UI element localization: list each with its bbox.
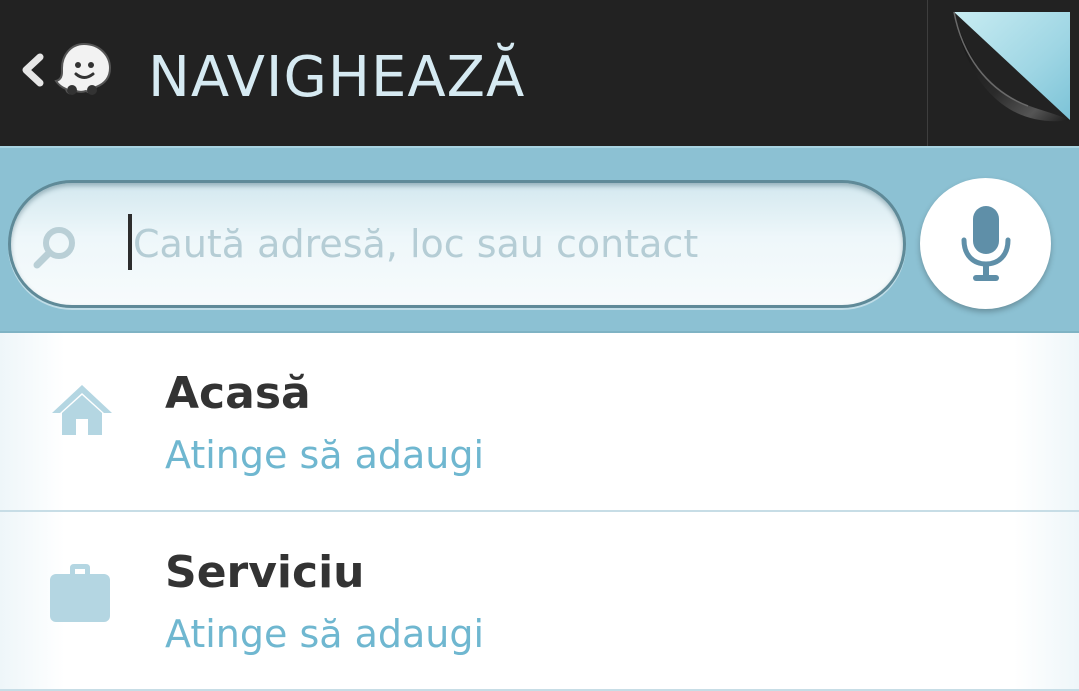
- search-area: Caută adresă, loc sau contact: [0, 146, 1079, 333]
- voice-search-button[interactable]: [920, 178, 1051, 309]
- favorites-list: Acasă Atinge să adaugi Serviciu Atinge s…: [0, 333, 1079, 691]
- microphone-icon: [961, 206, 1011, 281]
- chevron-left-icon: [22, 53, 44, 87]
- favorite-title: Serviciu: [165, 547, 365, 598]
- favorite-item-work[interactable]: Serviciu Atinge să adaugi: [0, 512, 1079, 691]
- text-cursor: [128, 214, 132, 270]
- back-button[interactable]: [14, 30, 126, 110]
- favorite-subtitle: Atinge să adaugi: [165, 433, 485, 477]
- favorite-title: Acasă: [165, 368, 311, 419]
- briefcase-icon: [50, 564, 110, 622]
- search-input[interactable]: Caută adresă, loc sau contact: [8, 180, 906, 308]
- page-title: NAVIGHEAZĂ: [148, 45, 526, 110]
- favorite-item-home[interactable]: Acasă Atinge să adaugi: [0, 333, 1079, 512]
- search-icon: [33, 227, 75, 269]
- page-curl-icon[interactable]: [928, 0, 1079, 146]
- waze-logo-icon: [54, 42, 112, 95]
- header-bar: NAVIGHEAZĂ: [0, 0, 1079, 146]
- favorite-subtitle: Atinge să adaugi: [165, 612, 485, 656]
- home-icon: [52, 385, 112, 435]
- search-placeholder: Caută adresă, loc sau contact: [133, 222, 699, 266]
